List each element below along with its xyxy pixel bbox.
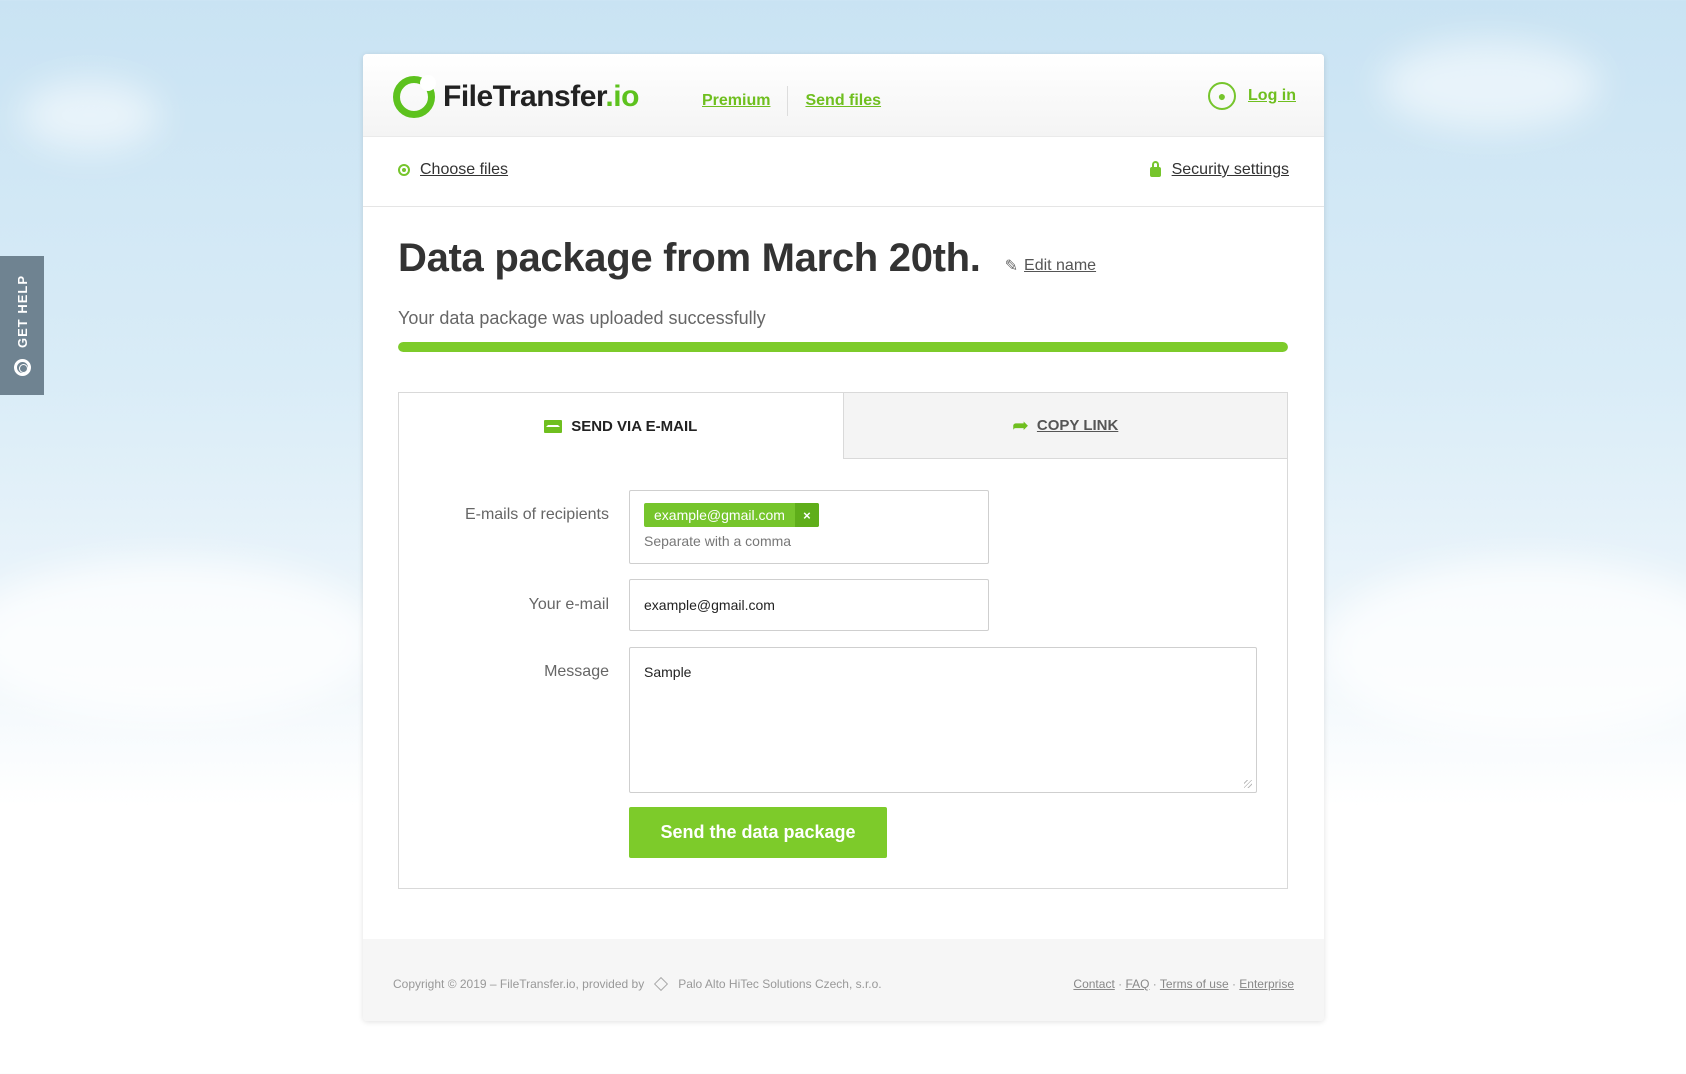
site-logo[interactable]: FileTransfer.io [393, 75, 639, 118]
company-logo-icon [654, 976, 669, 992]
company-name: Palo Alto HiTec Solutions Czech, s.r.o. [678, 977, 882, 991]
security-settings-link[interactable]: Security settings [1172, 161, 1289, 179]
get-help-tab[interactable]: GET HELP [0, 256, 44, 395]
footer-link-contact[interactable]: Contact [1073, 977, 1114, 991]
your-email-input[interactable] [629, 579, 989, 631]
radio-dot-icon [398, 164, 410, 176]
pencil-icon: ✎ [1004, 258, 1019, 275]
remove-recipient-icon[interactable]: × [794, 503, 819, 527]
footer-link-terms[interactable]: Terms of use [1160, 977, 1229, 991]
recipients-label: E-mails of recipients [464, 506, 609, 523]
message-label: Message [544, 663, 609, 680]
background-cloud [20, 80, 160, 150]
message-text: Sample [644, 664, 692, 680]
package-toolbar: Choose files Security settings [363, 137, 1324, 207]
login-link[interactable]: Log in [1248, 87, 1296, 105]
footer-link-faq[interactable]: FAQ [1125, 977, 1149, 991]
share-arrow-icon: ➦ [1012, 415, 1029, 437]
envelope-icon [544, 419, 563, 433]
edit-name-link[interactable]: Edit name [1024, 257, 1096, 275]
page-title: Data package from March 20th. [398, 236, 981, 280]
site-footer: Copyright © 2019 – FileTransfer.io, prov… [363, 939, 1324, 1021]
main-card: FileTransfer.io Premium Send files ● Log… [363, 54, 1324, 1021]
recipient-chip: example@gmail.com × [644, 503, 819, 527]
nav-premium-link[interactable]: Premium [702, 92, 770, 110]
copyright: Copyright © 2019 – FileTransfer.io, prov… [393, 976, 882, 992]
logo-text: FileTransfer.io [443, 80, 639, 113]
tab-send-email-label: SEND VIA E-MAIL [571, 417, 698, 435]
tab-send-email[interactable]: SEND VIA E-MAIL [399, 393, 843, 459]
lifebuoy-icon [13, 358, 31, 376]
upload-progress-bar [398, 342, 1288, 352]
user-icon[interactable]: ● [1208, 82, 1237, 110]
background-cloud [1320, 560, 1686, 740]
tab-copy-link-label: COPY LINK [1036, 417, 1119, 434]
security-settings: Security settings [1149, 161, 1289, 179]
footer-links: Contact · FAQ · Terms of use · Enterpris… [1073, 977, 1294, 991]
upload-progress-fill [398, 342, 1288, 352]
tab-copy-link[interactable]: ➦ COPY LINK [842, 393, 1287, 459]
choose-files: Choose files [398, 161, 508, 179]
nav-send-files-link[interactable]: Send files [805, 92, 881, 110]
resize-handle-icon[interactable] [1244, 780, 1252, 788]
your-email-label: Your e-mail [528, 596, 609, 613]
main-nav: Premium Send files [702, 86, 881, 116]
copyright-text: Copyright © 2019 – FileTransfer.io, prov… [393, 977, 645, 991]
recipients-field[interactable]: example@gmail.com × Separate with a comm… [629, 490, 989, 564]
message-textarea[interactable]: Sample [629, 647, 1257, 793]
choose-files-link[interactable]: Choose files [420, 161, 508, 179]
send-package-button[interactable]: Send the data package [629, 807, 887, 858]
nav-divider [787, 86, 789, 116]
background-cloud [1380, 40, 1600, 130]
get-help-label: GET HELP [14, 275, 30, 349]
logo-ring-icon [393, 75, 436, 118]
login-area: ● Log in [1208, 82, 1296, 110]
site-header: FileTransfer.io Premium Send files ● Log… [363, 54, 1324, 137]
edit-name: ✎ Edit name [1005, 256, 1096, 276]
send-tabs: SEND VIA E-MAIL ➦ COPY LINK [399, 393, 1287, 459]
footer-link-enterprise[interactable]: Enterprise [1239, 977, 1294, 991]
lock-icon [1149, 161, 1161, 177]
upload-status: Your data package was uploaded successfu… [398, 308, 766, 328]
recipient-chip-email: example@gmail.com [654, 507, 785, 523]
title-row: Data package from March 20th. ✎ Edit nam… [398, 236, 1096, 281]
recipients-hint: Separate with a comma [644, 533, 792, 549]
background-cloud [0, 560, 380, 720]
